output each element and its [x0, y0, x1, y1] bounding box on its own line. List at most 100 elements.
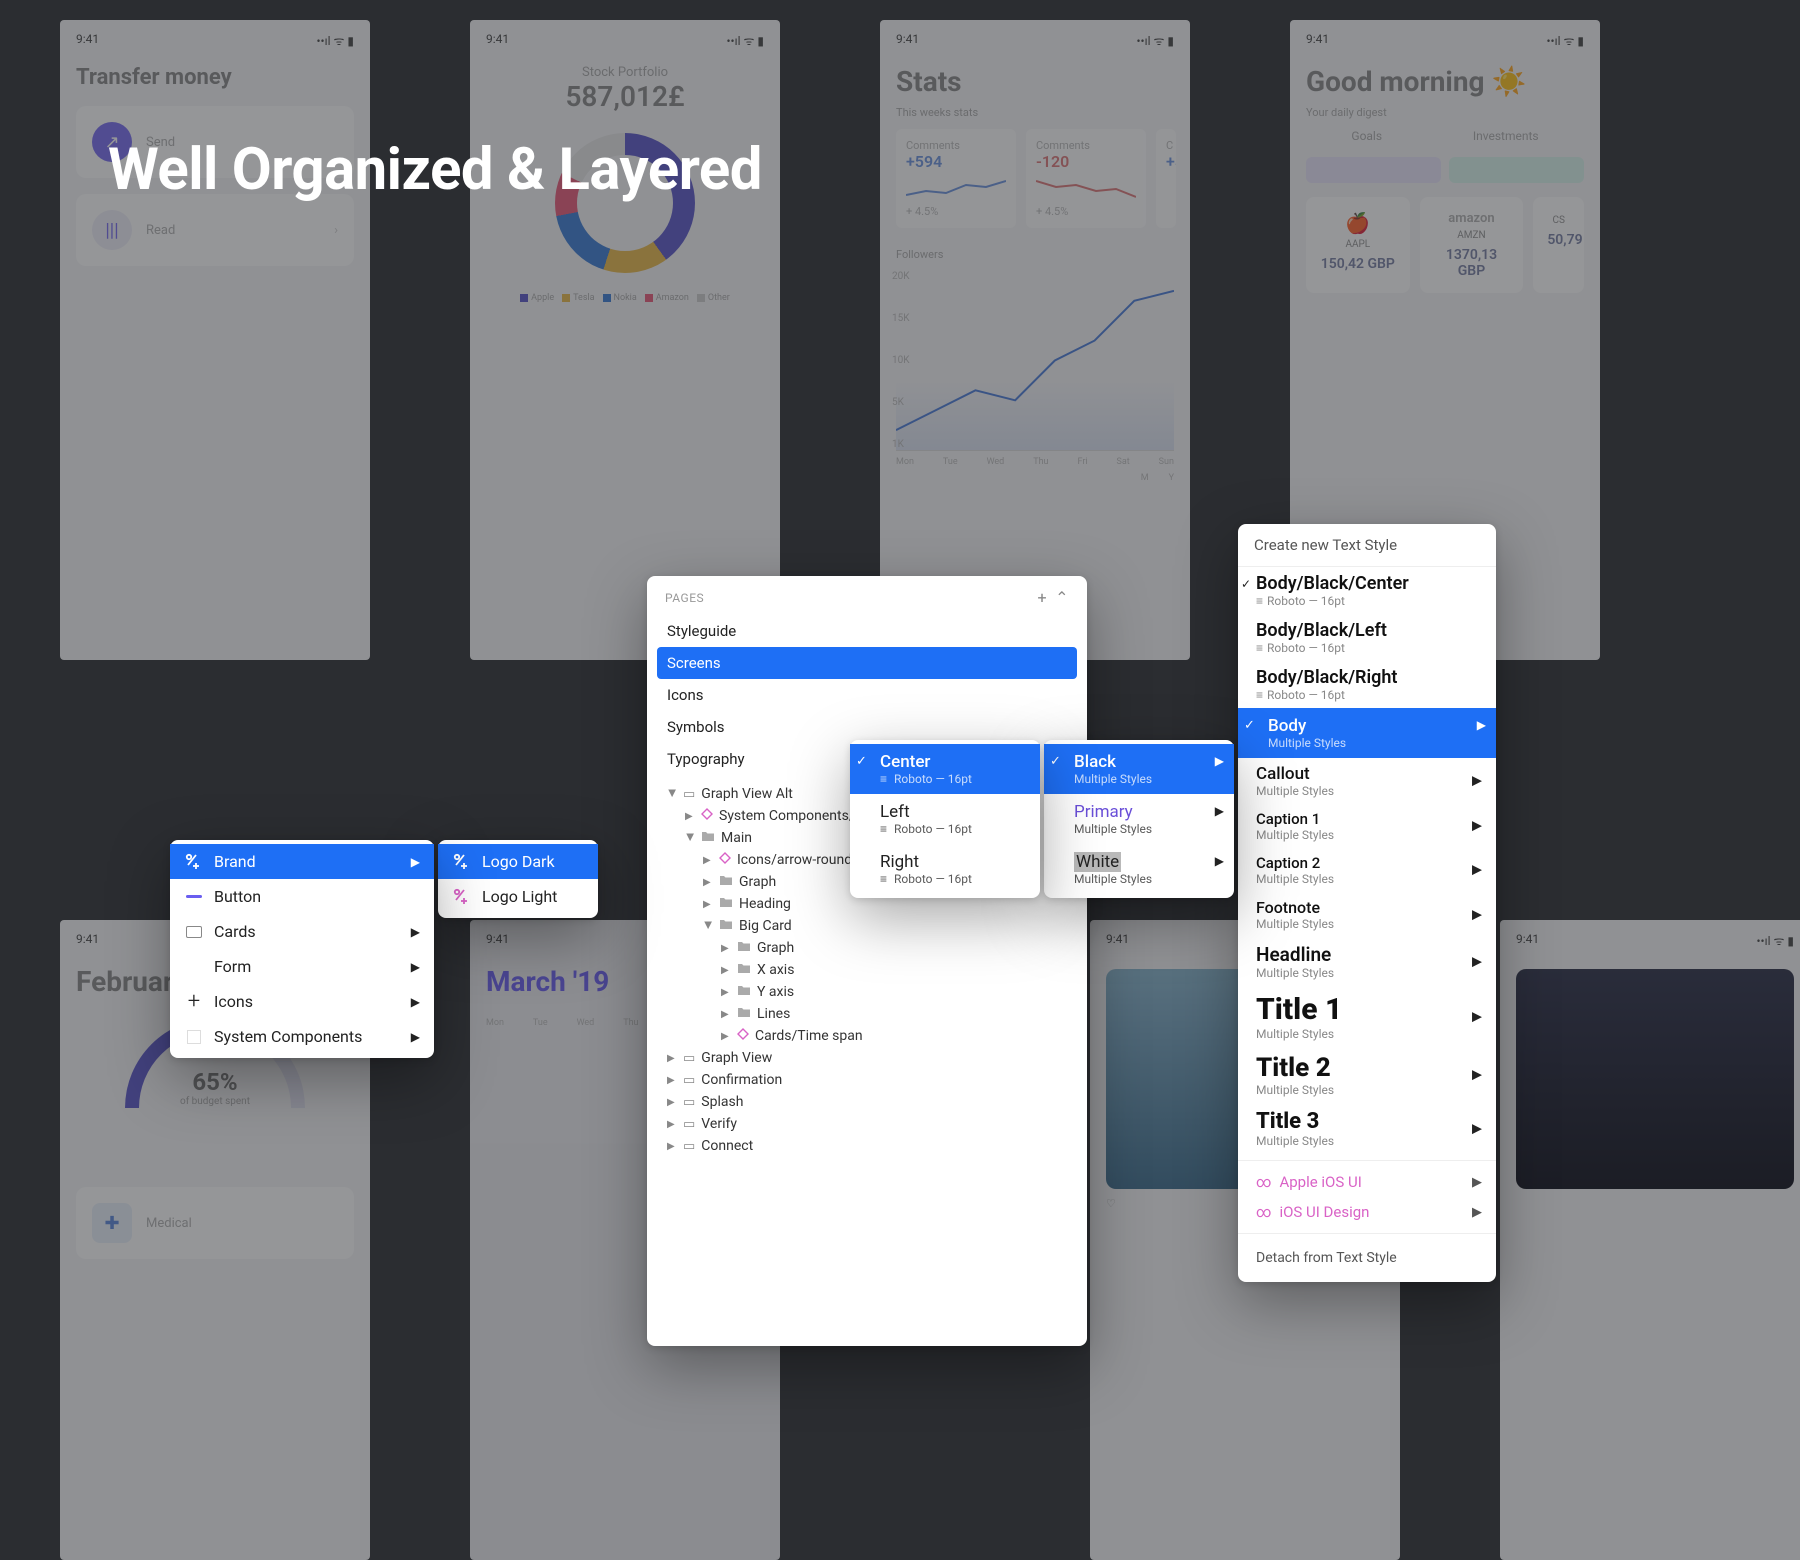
menu-item-label: Brand	[214, 852, 256, 871]
folder-icon	[719, 919, 733, 934]
phone-night-card: 9:41••ıl ᯤ ▮	[1500, 920, 1800, 1560]
detach-text-style[interactable]: Detach from Text Style	[1238, 1240, 1496, 1270]
lib-ios-ui-design[interactable]: ∞ iOS UI Design ▶	[1238, 1197, 1496, 1227]
layer-label: Heading	[739, 896, 791, 912]
folder-icon	[737, 941, 751, 956]
menu-item-icons[interactable]: + Icons ▶	[170, 984, 434, 1019]
collapse-button[interactable]: ⌃	[1055, 588, 1069, 607]
checkmark-icon: ✓	[1050, 754, 1061, 769]
style-body-black-left[interactable]: Body/Black/Left ≡Roboto — 16pt	[1238, 614, 1496, 661]
layer-label: Splash	[701, 1094, 743, 1110]
menu-item-button[interactable]: Button	[170, 879, 434, 914]
style-caption-2[interactable]: Caption 2 Multiple Styles ▶	[1238, 848, 1496, 892]
card-icon	[184, 926, 204, 938]
layer-label: Big Card	[739, 918, 792, 934]
page-symbols[interactable]: Symbols	[647, 711, 1087, 743]
components-menu: Brand ▶ Button Cards ▶ Form ▶ + Icons ▶ …	[170, 840, 434, 1058]
style-callout[interactable]: Callout Multiple Styles ▶	[1238, 758, 1496, 804]
menu-item-label: Icons	[214, 992, 253, 1011]
text-styles-panel: Create new Text Style ✓ Body/Black/Cente…	[1238, 524, 1496, 1282]
layer-row[interactable]: ▶▭Verify	[661, 1113, 1073, 1135]
hero-headline: Well Organized & Layered	[108, 136, 762, 204]
chevron-right-icon: ▶	[1472, 1068, 1482, 1083]
status-bar: 9:41••ıl ᯤ ▮	[896, 32, 1174, 49]
chevron-right-icon: ▶	[1472, 954, 1482, 969]
layer-row[interactable]: ▶Y axis	[661, 981, 1073, 1003]
create-text-style[interactable]: Create new Text Style	[1238, 524, 1496, 567]
menu-item-label: System Components	[214, 1027, 362, 1046]
menu-item-form[interactable]: Form ▶	[170, 949, 434, 984]
style-footnote[interactable]: Footnote Multiple Styles ▶	[1238, 892, 1496, 937]
folder-icon	[737, 985, 751, 1000]
page-icons[interactable]: Icons	[647, 679, 1087, 711]
color-flyout: ✓ Black Multiple Styles ▶ Primary Multip…	[1044, 740, 1234, 898]
status-bar: 9:41••ıl ᯤ ▮	[486, 32, 764, 49]
layer-row[interactable]: ▶▭Connect	[661, 1135, 1073, 1157]
link-icon: ∞	[1256, 1173, 1271, 1191]
chevron-right-icon: ▶	[1472, 819, 1482, 834]
color-black[interactable]: ✓ Black Multiple Styles ▶	[1044, 744, 1234, 794]
style-body-black-center[interactable]: ✓ Body/Black/Center ≡Roboto — 16pt	[1238, 567, 1496, 614]
submenu-label: Logo Dark	[482, 852, 555, 871]
submenu-logo-light[interactable]: Logo Light	[438, 879, 598, 914]
artboard-icon: ▭	[683, 1095, 695, 1110]
chevron-right-icon: ▶	[1215, 754, 1224, 768]
percent-plus-icon	[452, 888, 472, 906]
style-body-black-right[interactable]: Body/Black/Right ≡Roboto — 16pt	[1238, 661, 1496, 708]
style-title-3[interactable]: Title 3 Multiple Styles ▶	[1238, 1103, 1496, 1154]
style-body-active[interactable]: ✓ Body Multiple Styles ▶	[1238, 708, 1496, 758]
artboard-icon: ▭	[683, 1117, 695, 1132]
status-bar: 9:41••ıl ᯤ ▮	[76, 32, 354, 49]
layer-label: Cards/Time span	[755, 1028, 863, 1044]
layer-row[interactable]: ▶▭Graph View	[661, 1047, 1073, 1069]
donut-legend: Apple Tesla Nokia Amazon Other	[486, 293, 764, 303]
style-headline[interactable]: Headline Multiple Styles ▶	[1238, 937, 1496, 986]
layer-label: Connect	[701, 1138, 753, 1154]
screen-title: Transfer money	[76, 65, 354, 90]
layer-label: Graph View	[701, 1050, 772, 1066]
color-primary[interactable]: Primary Multiple Styles ▶	[1044, 794, 1234, 844]
align-center[interactable]: ✓ Center ≡Roboto — 16pt	[850, 744, 1040, 794]
folder-icon	[719, 897, 733, 912]
checkmark-icon: ✓	[1241, 577, 1251, 591]
link-icon: ∞	[1256, 1203, 1271, 1221]
lib-apple-ios[interactable]: ∞ Apple iOS UI ▶	[1238, 1167, 1496, 1197]
artboard-icon: ▭	[683, 1051, 695, 1066]
paragraph-icon: ≡	[1256, 688, 1263, 702]
style-title-2[interactable]: Title 2 Multiple Styles ▶	[1238, 1047, 1496, 1103]
plus-icon: +	[184, 994, 204, 1010]
layer-label: Verify	[701, 1116, 737, 1132]
layer-label: Lines	[757, 1006, 790, 1022]
chevron-right-icon: ▶	[1477, 718, 1486, 732]
style-caption-1[interactable]: Caption 1 Multiple Styles ▶	[1238, 804, 1496, 848]
align-flyout: ✓ Center ≡Roboto — 16pt Left ≡Roboto — 1…	[850, 740, 1040, 898]
artboard-icon: ▭	[683, 787, 695, 802]
add-page-button[interactable]: +	[1038, 588, 1048, 607]
layer-row[interactable]: ▶Lines	[661, 1003, 1073, 1025]
menu-item-brand[interactable]: Brand ▶	[170, 844, 434, 879]
pages-header: PAGES	[665, 591, 704, 605]
artboard-icon: ▭	[683, 1139, 695, 1154]
submenu-logo-dark[interactable]: Logo Dark	[438, 844, 598, 879]
layer-label: Graph	[739, 874, 776, 890]
menu-item-cards[interactable]: Cards ▶	[170, 914, 434, 949]
layer-row[interactable]: ▶Graph	[661, 937, 1073, 959]
align-left[interactable]: Left ≡Roboto — 16pt	[850, 794, 1040, 844]
layer-row[interactable]: ▶Cards/Time span	[661, 1025, 1073, 1047]
chevron-right-icon: ▶	[1472, 1175, 1482, 1190]
color-white[interactable]: White Multiple Styles ▶	[1044, 844, 1234, 894]
menu-item-system[interactable]: System Components ▶	[170, 1019, 434, 1054]
page-screens[interactable]: Screens	[657, 647, 1077, 679]
chevron-right-icon: ▶	[1472, 907, 1482, 922]
style-title-1[interactable]: Title 1 Multiple Styles ▶	[1238, 986, 1496, 1047]
page-styleguide[interactable]: Styleguide	[647, 615, 1087, 647]
layer-row[interactable]: ▶▭Splash	[661, 1091, 1073, 1113]
phone-stats: 9:41••ıl ᯤ ▮ Stats This weeks stats Comm…	[880, 20, 1190, 660]
layer-row[interactable]: ▶X axis	[661, 959, 1073, 981]
align-right[interactable]: Right ≡Roboto — 16pt	[850, 844, 1040, 894]
chevron-right-icon: ▶	[1472, 863, 1482, 878]
portfolio-amount: 587,012£	[486, 80, 764, 113]
night-image	[1516, 969, 1794, 1189]
layer-row[interactable]: ▶Big Card	[661, 915, 1073, 937]
layer-row[interactable]: ▶▭Confirmation	[661, 1069, 1073, 1091]
